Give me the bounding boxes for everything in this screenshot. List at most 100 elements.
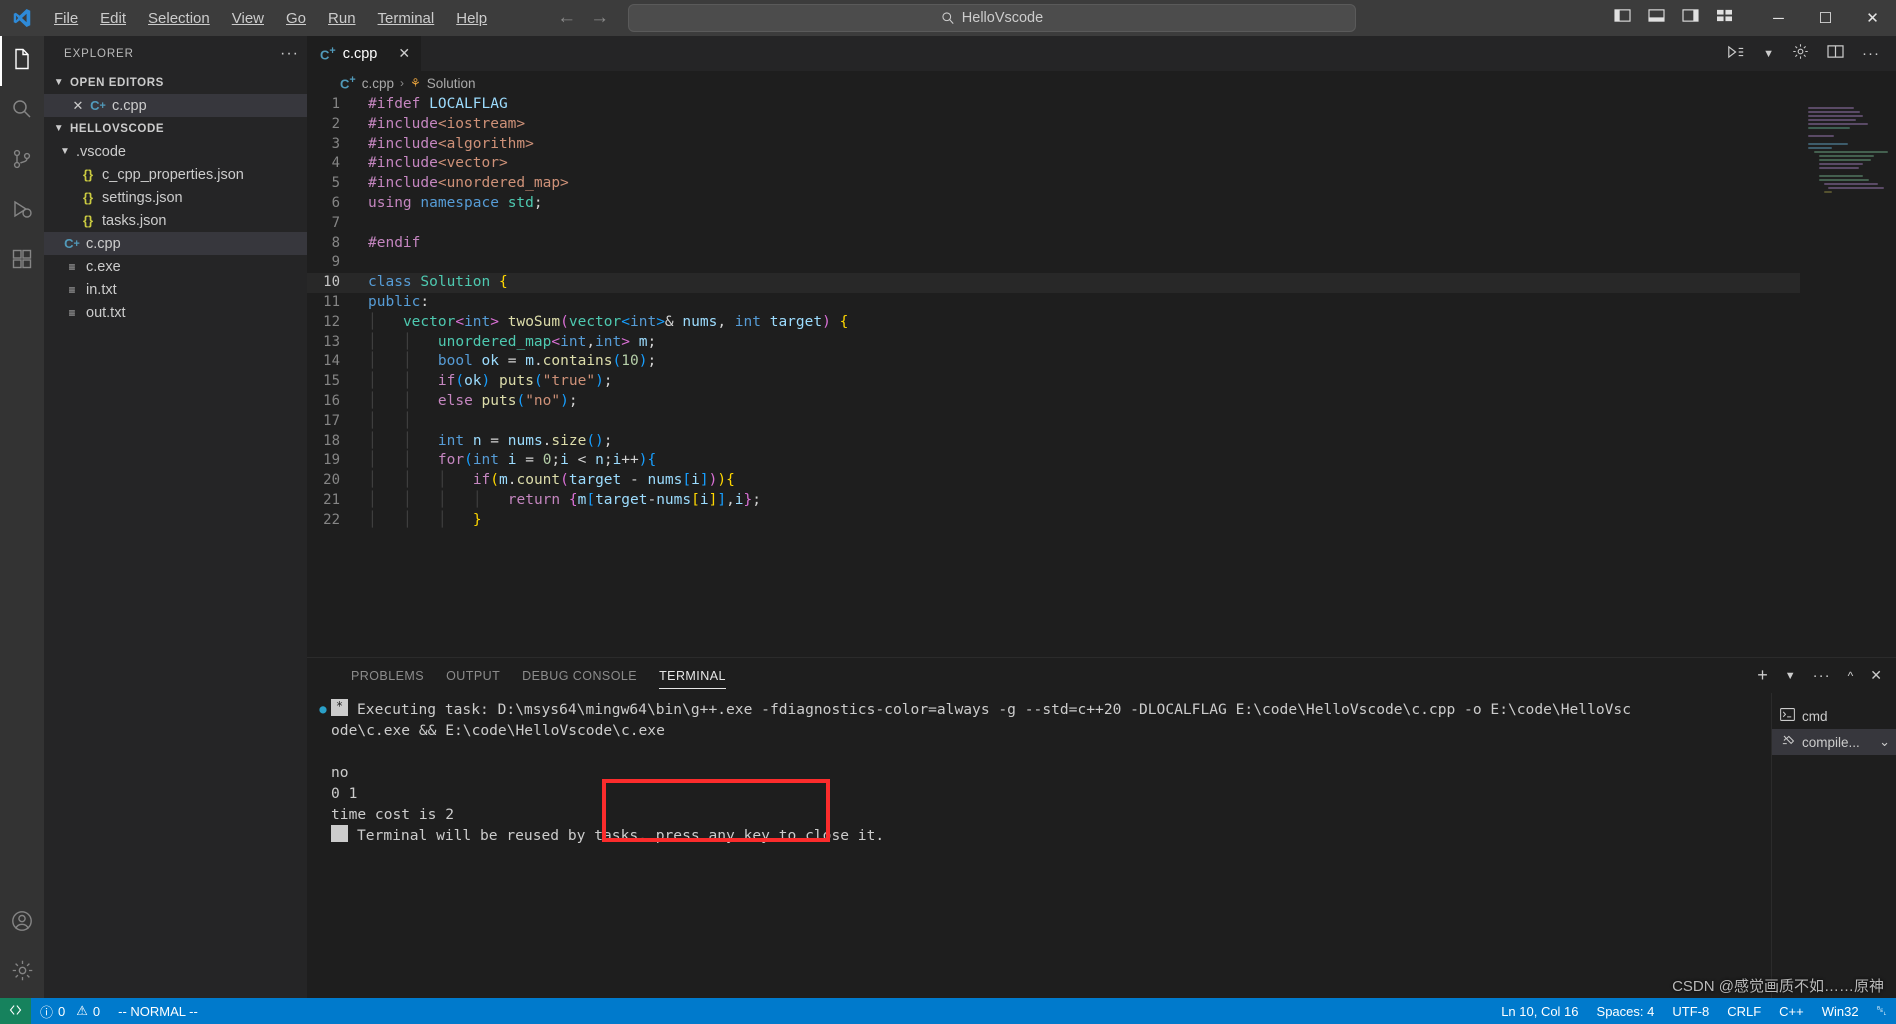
activity-item-source-control[interactable] [0, 136, 44, 186]
run-code-icon[interactable] [1727, 44, 1745, 64]
toggle-primary-sidebar-icon[interactable] [1614, 8, 1631, 28]
panel-actions: + ▼ ··· ^ ✕ [1757, 665, 1896, 686]
navigation-arrows: ← → [557, 7, 609, 29]
minimize-button[interactable]: ─ [1755, 0, 1802, 36]
close-icon[interactable]: ✕ [68, 98, 88, 114]
chevron-down-icon[interactable]: ▼ [1785, 670, 1796, 682]
more-actions-icon[interactable]: ··· [1862, 45, 1880, 62]
win32-label: Win32 [1821, 1003, 1859, 1019]
workbench-body: EXPLORER ··· ▼ OPEN EDITORS ✕ C + c.cpp ▼… [0, 36, 1896, 998]
maximize-button[interactable]: ☐ [1802, 0, 1849, 36]
toggle-secondary-sidebar-icon[interactable] [1682, 8, 1699, 28]
terminal-view[interactable]: ● * Executing task: D:\msys64\mingw64\bi… [307, 693, 1771, 998]
activity-item-manage[interactable] [0, 948, 44, 998]
menu-selection[interactable]: Selection [138, 6, 220, 31]
status-win32[interactable]: Win32 [1813, 998, 1868, 1024]
file-item-c-exe[interactable]: ≡ c.exe [44, 255, 307, 278]
close-button[interactable]: ✕ [1849, 0, 1896, 36]
split-editor-icon[interactable] [1827, 44, 1844, 63]
terminal-output-line: no [307, 762, 1771, 783]
close-panel-icon[interactable]: ✕ [1870, 667, 1882, 684]
terminal-session-compile[interactable]: compile... ⌄ [1772, 729, 1896, 755]
status-language-mode[interactable]: C++ [1770, 998, 1813, 1024]
toggle-panel-icon[interactable] [1648, 8, 1665, 28]
open-editor-item-c-cpp[interactable]: ✕ C + c.cpp [44, 94, 307, 117]
code-line: 2 #include<iostream> [307, 115, 1896, 135]
activity-item-extensions[interactable] [0, 236, 44, 286]
command-center-search[interactable]: HelloVscode [628, 4, 1356, 32]
chevron-down-icon: ▼ [53, 123, 65, 134]
code-line: 22 │ │ │ } [307, 511, 1896, 531]
menu-run[interactable]: Run [318, 6, 366, 31]
terminal-output-1: no [331, 764, 349, 781]
cpp-file-icon: C+ [320, 44, 336, 63]
line-number: 6 [331, 194, 340, 211]
breadcrumb-symbol[interactable]: Solution [427, 76, 476, 91]
status-cursor-position[interactable]: Ln 10, Col 16 [1492, 998, 1587, 1024]
more-actions-icon[interactable]: ··· [280, 45, 299, 63]
code-line: 7 [307, 214, 1896, 234]
activity-item-explorer[interactable] [0, 36, 44, 86]
menu-file[interactable]: File [44, 6, 88, 31]
menu-go[interactable]: Go [276, 6, 316, 31]
line-number: 2 [331, 115, 340, 132]
file-item-in-txt[interactable]: ≡ in.txt [44, 278, 307, 301]
code-line: 4 #include<vector> [307, 154, 1896, 174]
file-item-c-cpp-properties-json[interactable]: {} c_cpp_properties.json [44, 163, 307, 186]
remote-window-button[interactable] [0, 998, 31, 1024]
editor-tab-c-cpp[interactable]: C+ c.cpp ✕ [307, 36, 423, 71]
new-terminal-icon[interactable]: + [1757, 665, 1768, 686]
line-number: 15 [323, 373, 340, 390]
folder-item-vscode[interactable]: ▼ .vscode [44, 140, 307, 163]
more-actions-icon[interactable]: ··· [1813, 667, 1831, 684]
json-file-icon: {} [82, 190, 94, 205]
tab-terminal[interactable]: TERMINAL [648, 658, 737, 693]
language-mode-label: C++ [1779, 1003, 1804, 1019]
close-icon[interactable]: ✕ [398, 45, 410, 62]
terminal-gutter-spacer [315, 720, 331, 741]
menu-terminal[interactable]: Terminal [368, 6, 445, 31]
status-problems[interactable]: ⓘ 0 ⚠ 0 [31, 998, 109, 1024]
chevron-down-icon[interactable]: ⌄ [1879, 734, 1890, 750]
tab-output[interactable]: OUTPUT [435, 658, 511, 693]
tab-debug-console[interactable]: DEBUG CONSOLE [511, 658, 648, 693]
code-line: 18 │ │ int n = nums.size(); [307, 432, 1896, 452]
activity-item-accounts[interactable] [0, 898, 44, 948]
file-item-out-txt[interactable]: ≡ out.txt [44, 301, 307, 324]
file-label: c_cpp_properties.json [102, 166, 244, 183]
tab-problems[interactable]: PROBLEMS [340, 658, 435, 693]
status-notifications[interactable]: ␇ [1868, 998, 1896, 1024]
line-number: 19 [323, 452, 340, 469]
file-item-c-cpp[interactable]: C + c.cpp [44, 232, 307, 255]
window-controls-group: ─ ☐ ✕ [1614, 0, 1896, 36]
customize-layout-icon[interactable] [1716, 8, 1733, 28]
settings-gear-icon[interactable] [1792, 43, 1809, 64]
status-indentation[interactable]: Spaces: 4 [1588, 998, 1664, 1024]
arrow-left-icon[interactable]: ← [557, 7, 576, 29]
tab-debug-console-label: DEBUG CONSOLE [522, 668, 638, 683]
arrow-right-icon[interactable]: → [590, 7, 609, 29]
terminal-session-cmd[interactable]: cmd [1772, 703, 1896, 729]
vscode-logo-icon [0, 7, 44, 29]
menu-help[interactable]: Help [446, 6, 497, 31]
activity-item-run-debug[interactable] [0, 186, 44, 236]
vim-mode-label: -- NORMAL -- [118, 1003, 198, 1019]
activity-item-search[interactable] [0, 86, 44, 136]
code-editor[interactable]: 1 #ifdef LOCALFLAG 2 #include<iostream> 3 #in… [307, 95, 1896, 657]
breadcrumb-file[interactable]: c.cpp [362, 76, 394, 91]
chevron-up-icon[interactable]: ^ [1848, 669, 1854, 683]
sidebar-title: EXPLORER [64, 47, 134, 60]
status-eol[interactable]: CRLF [1718, 998, 1770, 1024]
section-open-editors[interactable]: ▼ OPEN EDITORS [44, 71, 307, 94]
section-hellovscode[interactable]: ▼ HELLOVSCODE [44, 117, 307, 140]
cpp-file-icon: C+ [90, 98, 106, 113]
chevron-down-icon[interactable]: ▼ [1763, 48, 1774, 60]
minimap[interactable] [1800, 95, 1896, 657]
terminal-command-text-2: ode\c.exe && E:\code\HelloVscode\c.exe [331, 722, 665, 739]
file-item-settings-json[interactable]: {} settings.json [44, 186, 307, 209]
menu-edit[interactable]: Edit [90, 6, 136, 31]
status-encoding[interactable]: UTF-8 [1663, 998, 1718, 1024]
menu-view[interactable]: View [222, 6, 274, 31]
eol-label: CRLF [1727, 1003, 1762, 1019]
file-item-tasks-json[interactable]: {} tasks.json [44, 209, 307, 232]
